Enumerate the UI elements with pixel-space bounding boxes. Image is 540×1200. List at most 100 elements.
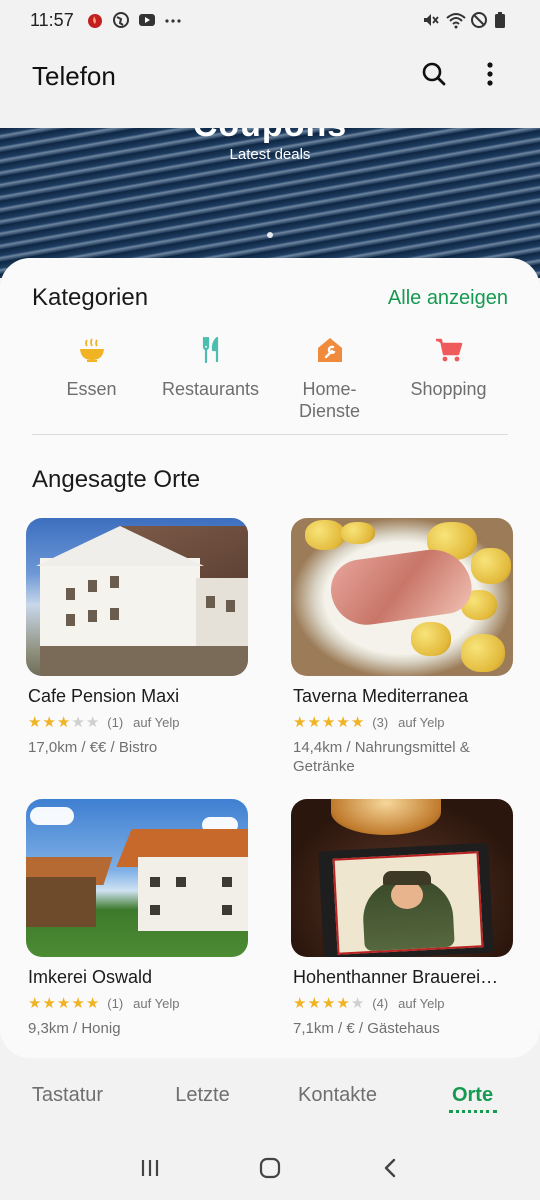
star-icon: ★ <box>71 995 85 1012</box>
place-card[interactable]: Cafe Pension Maxi ★ ★ ★ ★ ★ (1) auf Yelp 17,… <box>26 518 248 757</box>
show-all-link[interactable]: Alle anzeigen <box>388 287 508 310</box>
category-essen[interactable]: Essen <box>32 334 151 422</box>
star-icon: ★ <box>321 995 336 1012</box>
globe-icon <box>112 11 130 29</box>
system-nav-bar <box>0 1140 540 1200</box>
recents-icon <box>139 1157 161 1184</box>
coupons-banner[interactable]: Coupons Latest deals <box>0 128 540 278</box>
category-label: Restaurants <box>161 379 260 399</box>
tab-label: Letzte <box>175 1084 230 1106</box>
fire-app-icon <box>86 11 104 29</box>
home-icon <box>258 1156 282 1185</box>
more-vert-icon <box>486 61 494 92</box>
place-photo <box>26 799 248 957</box>
status-bar: 11:57 <box>0 0 540 40</box>
tab-label: Tastatur <box>31 1084 104 1106</box>
star-icon: ★ <box>28 995 42 1012</box>
youtube-icon <box>138 11 156 29</box>
review-count: (3) <box>372 715 389 730</box>
category-restaurants[interactable]: Restaurants <box>151 334 270 422</box>
status-left: 11:57 <box>30 10 182 31</box>
place-name: Imkerei Oswald <box>28 967 153 987</box>
star-icon: ★ <box>42 714 56 731</box>
tab-kontakte[interactable]: Kontakte <box>270 1070 405 1122</box>
divider <box>32 434 508 435</box>
place-info: 9,3km / Honig <box>28 1020 121 1037</box>
category-home-dienste[interactable]: Home- Dienste <box>270 334 389 422</box>
place-card[interactable]: Hohenthanner Brauerei… ★ ★ ★ ★ ★ (4) auf Yel… <box>291 799 513 1038</box>
star-rating: ★ ★ ★ ★ ★ <box>28 715 99 730</box>
star-icon: ★ <box>307 995 321 1012</box>
bowl-icon <box>76 334 108 366</box>
star-rating: ★ ★ ★ ★ ★ <box>293 996 364 1011</box>
banner-title: Coupons <box>0 128 540 145</box>
star-icon: ★ <box>350 714 365 731</box>
review-count: (4) <box>372 996 389 1011</box>
status-right <box>422 11 512 29</box>
star-icon: ★ <box>321 714 336 731</box>
star-icon: ★ <box>336 714 350 731</box>
tab-orte[interactable]: Orte <box>405 1070 540 1122</box>
review-count: (1) <box>107 996 124 1011</box>
banner-subtitle: Latest deals <box>229 146 311 163</box>
tab-label: Orte <box>451 1084 494 1106</box>
search-icon <box>421 61 447 92</box>
recents-button[interactable] <box>130 1150 170 1190</box>
app-bar: Telefon <box>0 44 540 108</box>
cart-icon <box>433 334 465 366</box>
star-icon: ★ <box>71 714 85 731</box>
place-rating: ★ ★ ★ ★ ★ (3) auf Yelp <box>291 715 513 730</box>
star-icon: ★ <box>336 995 350 1012</box>
star-rating: ★ ★ ★ ★ ★ <box>28 996 99 1011</box>
place-rating: ★ ★ ★ ★ ★ (1) auf Yelp <box>26 996 248 1011</box>
place-name: Hohenthanner Brauerei… <box>293 967 499 987</box>
tab-tastatur[interactable]: Tastatur <box>0 1070 135 1122</box>
star-icon: ★ <box>293 714 307 731</box>
tab-letzte[interactable]: Letzte <box>135 1070 270 1122</box>
place-photo <box>291 518 513 676</box>
star-rating: ★ ★ ★ ★ ★ <box>293 715 364 730</box>
place-info: 17,0km / €€ / Bistro <box>28 739 158 756</box>
review-source: auf Yelp <box>133 715 180 730</box>
mute-icon <box>422 11 440 29</box>
carousel-indicator <box>267 232 273 238</box>
do-not-disturb-icon <box>470 11 488 29</box>
home-button[interactable] <box>250 1150 290 1190</box>
place-name: Cafe Pension Maxi <box>28 686 180 706</box>
status-time: 11:57 <box>30 9 74 30</box>
bottom-tabs: Tastatur Letzte Kontakte Orte <box>0 1070 540 1122</box>
more-dots-icon <box>164 11 182 29</box>
place-rating: ★ ★ ★ ★ ★ (1) auf Yelp <box>26 715 248 730</box>
app-title: Telefon <box>32 60 116 91</box>
categories-row: Essen Restaurants Home- Dienste Shopping <box>32 334 508 422</box>
back-icon <box>380 1157 400 1184</box>
trending-places-title: Angesagte Orte <box>32 466 201 493</box>
wifi-icon <box>446 11 466 29</box>
star-icon: ★ <box>293 995 307 1012</box>
review-source: auf Yelp <box>398 996 445 1011</box>
wrench-icon <box>314 334 346 366</box>
star-icon: ★ <box>307 714 321 731</box>
category-shopping[interactable]: Shopping <box>389 334 508 422</box>
search-button[interactable] <box>414 56 454 96</box>
place-photo <box>291 799 513 957</box>
place-card[interactable]: Taverna Mediterranea ★ ★ ★ ★ ★ (3) auf Yelp … <box>291 518 513 776</box>
categories-header: Kategorien Alle anzeigen <box>32 284 508 312</box>
star-icon: ★ <box>85 995 100 1012</box>
category-label: Essen <box>66 379 117 399</box>
back-button[interactable] <box>370 1150 410 1190</box>
tab-label: Kontakte <box>298 1084 377 1106</box>
more-options-button[interactable] <box>470 56 510 96</box>
star-icon: ★ <box>85 714 100 731</box>
category-label: Home- Dienste <box>298 379 361 421</box>
cutlery-icon <box>195 334 227 366</box>
content-card: Kategorien Alle anzeigen Essen Restauran… <box>0 258 540 1058</box>
review-source: auf Yelp <box>398 715 445 730</box>
place-photo <box>26 518 248 676</box>
star-icon: ★ <box>56 995 71 1012</box>
place-card[interactable]: Imkerei Oswald ★ ★ ★ ★ ★ (1) auf Yelp 9,3km … <box>26 799 248 1038</box>
place-info: 7,1km / € / Gästehaus <box>293 1020 440 1037</box>
star-icon: ★ <box>42 995 56 1012</box>
star-icon: ★ <box>350 995 365 1012</box>
place-name: Taverna Mediterranea <box>293 686 469 706</box>
